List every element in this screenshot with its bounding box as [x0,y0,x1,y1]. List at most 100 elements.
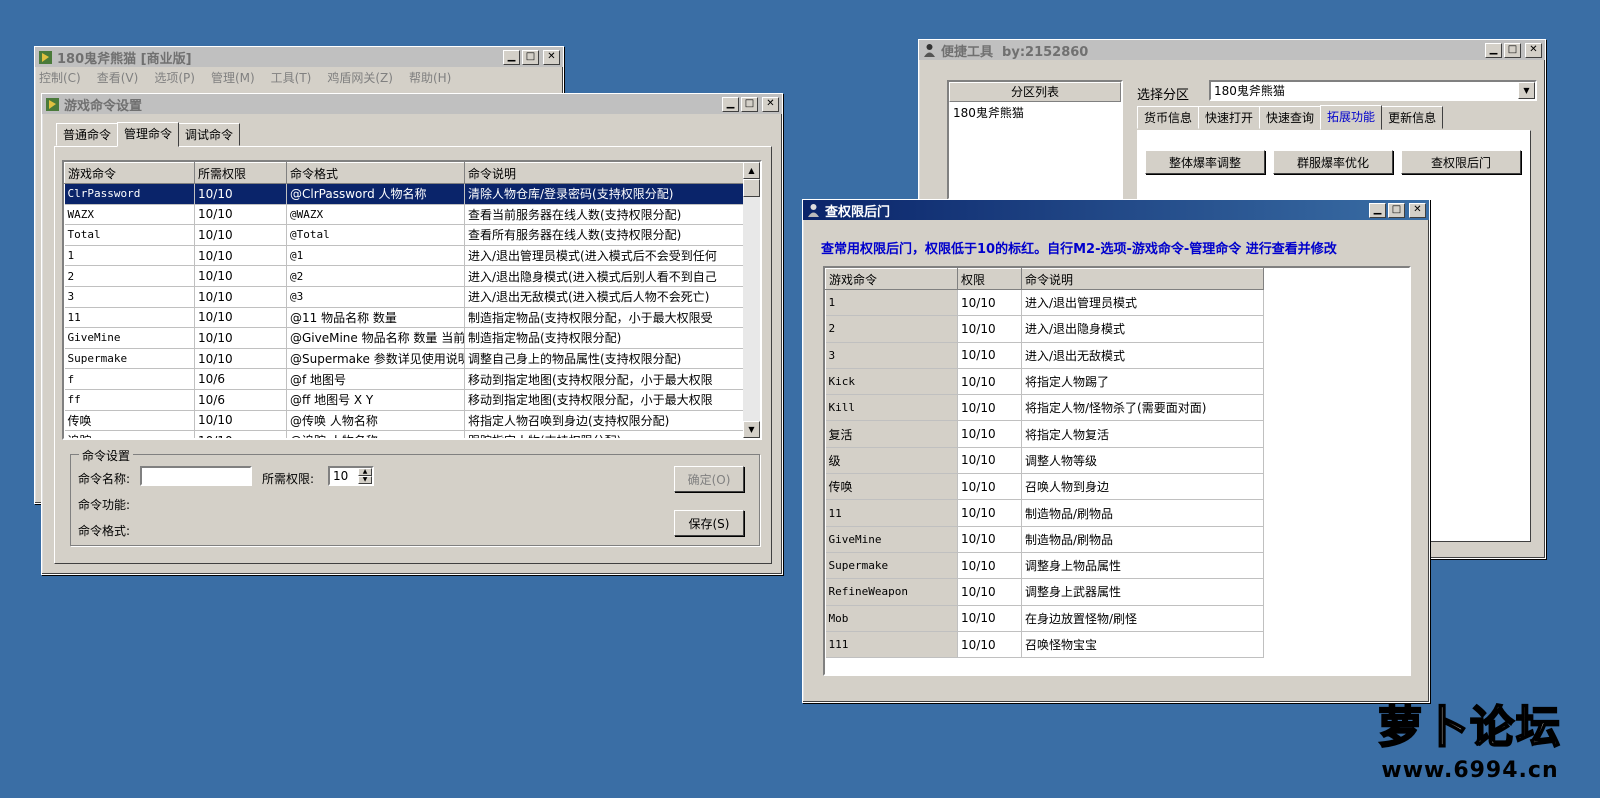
table-row[interactable]: f 10/6 @f 地图号 移动到指定地图(支持权限分配，小于最大权限 [64,368,745,390]
table-row[interactable]: ClrPassword 10/10 @ClrPassword 人物名称 清除人物仓库/… [64,183,745,205]
table-row[interactable]: Supermake 10/10 @Supermake 参数详见使用说明 调整自己身上的… [64,348,745,370]
save-button[interactable]: 保存(S) [674,510,744,536]
check-permission-backdoor-button[interactable]: 查权限后门 [1401,150,1521,174]
table-row[interactable]: Kick 10/10 将指定人物踢了 [825,368,1264,396]
table-row[interactable]: 追踪10/10@追踪 人物名称跟踪指定人物(支持权限分配) [64,430,745,438]
tab-quick-open[interactable]: 快速打开 [1198,106,1261,129]
tools-titlebar[interactable]: 便捷工具 by:2152860 ▁ □ ✕ [919,40,1545,60]
cell-description: 调整身上物品属性 [1021,552,1264,580]
permission-spinner[interactable]: 10 ▲ ▼ [328,466,374,486]
partition-list-header[interactable]: 分区列表 [949,82,1121,102]
maximize-button[interactable]: □ [741,96,758,112]
table-row[interactable]: 2 10/10 @2 进入/退出隐身模式(进入模式后别人看不到自己 [64,265,745,287]
close-button[interactable]: ✕ [543,49,560,65]
minimize-button[interactable]: ▁ [722,96,739,112]
close-button[interactable]: ✕ [1525,42,1542,58]
command-name-input[interactable] [140,466,252,486]
close-button[interactable]: ✕ [1409,202,1426,218]
table-row[interactable]: GiveMine 10/10 @GiveMine 物品名称 数量 当前 制造指定物品(… [64,327,745,349]
maximize-button[interactable]: □ [1504,42,1521,58]
cell-command: RefineWeapon [825,578,958,606]
column-header-description[interactable]: 命令说明 [464,162,745,184]
table-row[interactable]: 2 10/10 进入/退出隐身模式 [825,315,1264,343]
menu-item-4[interactable]: 工具(T) [271,69,312,86]
menu-item-6[interactable]: 帮助(H) [409,69,451,86]
table-row[interactable]: 3 10/10 进入/退出无敌模式 [825,342,1264,369]
main-app-titlebar[interactable]: 180鬼斧熊猫 [商业版] ▁ □ ✕ [35,47,563,67]
cell-permission: 10/10 [194,265,287,287]
table-row[interactable]: 传唤 10/10 召唤人物到身边 [825,473,1264,501]
tab-extended-functions[interactable]: 拓展功能 [1320,105,1383,130]
close-button[interactable]: ✕ [762,96,779,112]
tab-quick-query[interactable]: 快速查询 [1259,106,1322,129]
command-settings-titlebar[interactable]: 游戏命令设置 ▁ □ ✕ [42,94,782,114]
table-row[interactable]: Supermake 10/10 调整身上物品属性 [825,552,1264,580]
column-header-description[interactable]: 命令说明 [1021,268,1264,290]
overall-drop-rate-button[interactable]: 整体爆率调整 [1145,150,1265,174]
table-row[interactable]: WAZX 10/10 @WAZX 查看当前服务器在线人数(支持权限分配) [64,204,745,226]
scroll-thumb[interactable] [743,179,760,197]
menu-item-3[interactable]: 管理(M) [211,69,255,86]
partition-list-item[interactable]: 180鬼斧熊猫 [949,102,1121,123]
table-row[interactable]: 11 10/10 @11 物品名称 数量 制造指定物品(支持权限分配，小于最大权限受 [64,307,745,329]
cell-permission: 10/10 [957,394,1022,422]
backdoor-titlebar[interactable]: 查权限后门 ▁ □ ✕ [803,200,1429,220]
column-header-permission[interactable]: 权限 [957,268,1022,290]
tab-debug-commands[interactable]: 调试命令 [178,123,241,146]
table-row[interactable]: Kill 10/10 将指定人物/怪物杀了(需要面对面) [825,394,1264,422]
group-drop-rate-button[interactable]: 群服爆率优化 [1273,150,1393,174]
minimize-button[interactable]: ▁ [1485,42,1502,58]
minimize-button[interactable]: ▁ [1369,202,1386,218]
table-row[interactable]: 复活 10/10 将指定人物复活 [825,420,1264,448]
menu-item-0[interactable]: 控制(C) [39,69,81,86]
menu-item-2[interactable]: 选项(P) [154,69,195,86]
tab-admin-commands[interactable]: 管理命令 [117,122,180,147]
scroll-down-arrow-icon[interactable]: ▼ [743,421,760,438]
menu-item-1[interactable]: 查看(V) [97,69,139,86]
table-row[interactable]: 3 10/10 @3 进入/退出无敌模式(进入模式后人物不会死亡) [64,286,745,308]
partition-select-value: 180鬼斧熊猫 [1214,84,1285,98]
column-header-format[interactable]: 命令格式 [286,162,465,184]
table-row[interactable]: 11 10/10 制造物品/刷物品 [825,499,1264,527]
command-name-label: 命令名称: [78,472,131,486]
table-row[interactable]: ff 10/6 @ff 地图号 X Y 移动到指定地图(支持权限分配，小于最大权限 [64,389,745,411]
table-row[interactable]: Mob 10/10 在身边放置怪物/刷怪 [825,605,1264,632]
table-row[interactable]: 111 10/10 召唤怪物宝宝 [825,631,1264,659]
scroll-up-arrow-icon[interactable]: ▲ [743,162,760,179]
forum-watermark: 萝卜论坛 www.6994.cn [1350,692,1590,792]
partition-list[interactable]: 分区列表 180鬼斧熊猫 [947,80,1123,200]
cell-command: Kick [825,368,958,396]
table-row[interactable]: GiveMine 10/10 制造物品/刷物品 [825,526,1264,553]
maximize-button[interactable]: □ [522,49,539,65]
column-header-command[interactable]: 游戏命令 [825,268,958,290]
table-row[interactable]: 1 10/10 @1 进入/退出管理员模式(进入模式后不会受到任何 [64,245,745,267]
tab-normal-commands[interactable]: 普通命令 [56,123,119,146]
cell-command: 复活 [825,420,958,448]
minimize-button[interactable]: ▁ [503,49,520,65]
cell-permission: 10/10 [194,245,287,267]
tab-currency-info[interactable]: 货币信息 [1137,106,1200,129]
table-row[interactable]: 传唤 10/10 @传唤 人物名称 将指定人物召唤到身边(支持权限分配) [64,410,745,432]
dropdown-arrow-icon[interactable]: ▼ [1518,82,1535,99]
backdoor-title: 查权限后门 [825,204,891,220]
permission-value: 10 [333,469,349,483]
table-row[interactable]: 级 10/10 调整人物等级 [825,447,1264,475]
table-vertical-scrollbar[interactable]: ▲ ▼ [743,162,760,438]
table-row[interactable]: Total 10/10 @Total 查看所有服务器在线人数(支持权限分配) [64,224,745,246]
cell-description: 跟踪指定人物(支持权限分配) [464,430,745,438]
maximize-button[interactable]: □ [1388,202,1405,218]
table-row[interactable]: 1 10/10 进入/退出管理员模式 [825,289,1264,317]
cell-command: 3 [64,286,195,308]
column-header-command[interactable]: 游戏命令 [64,162,195,184]
spinner-arrows[interactable]: ▲ ▼ [358,468,372,484]
cell-permission: 10/10 [194,430,287,438]
table-row[interactable]: RefineWeapon 10/10 调整身上武器属性 [825,578,1264,606]
ok-button[interactable]: 确定(O) [674,466,744,492]
column-header-permission[interactable]: 所需权限 [194,162,287,184]
spin-down-icon[interactable]: ▼ [358,476,372,484]
tab-update-info[interactable]: 更新信息 [1381,106,1444,129]
spin-up-icon[interactable]: ▲ [358,468,372,476]
command-function-label: 命令功能: [78,498,131,512]
menu-item-5[interactable]: 鸡盾网关(Z) [327,69,393,86]
partition-select[interactable]: 180鬼斧熊猫 ▼ [1209,80,1537,101]
